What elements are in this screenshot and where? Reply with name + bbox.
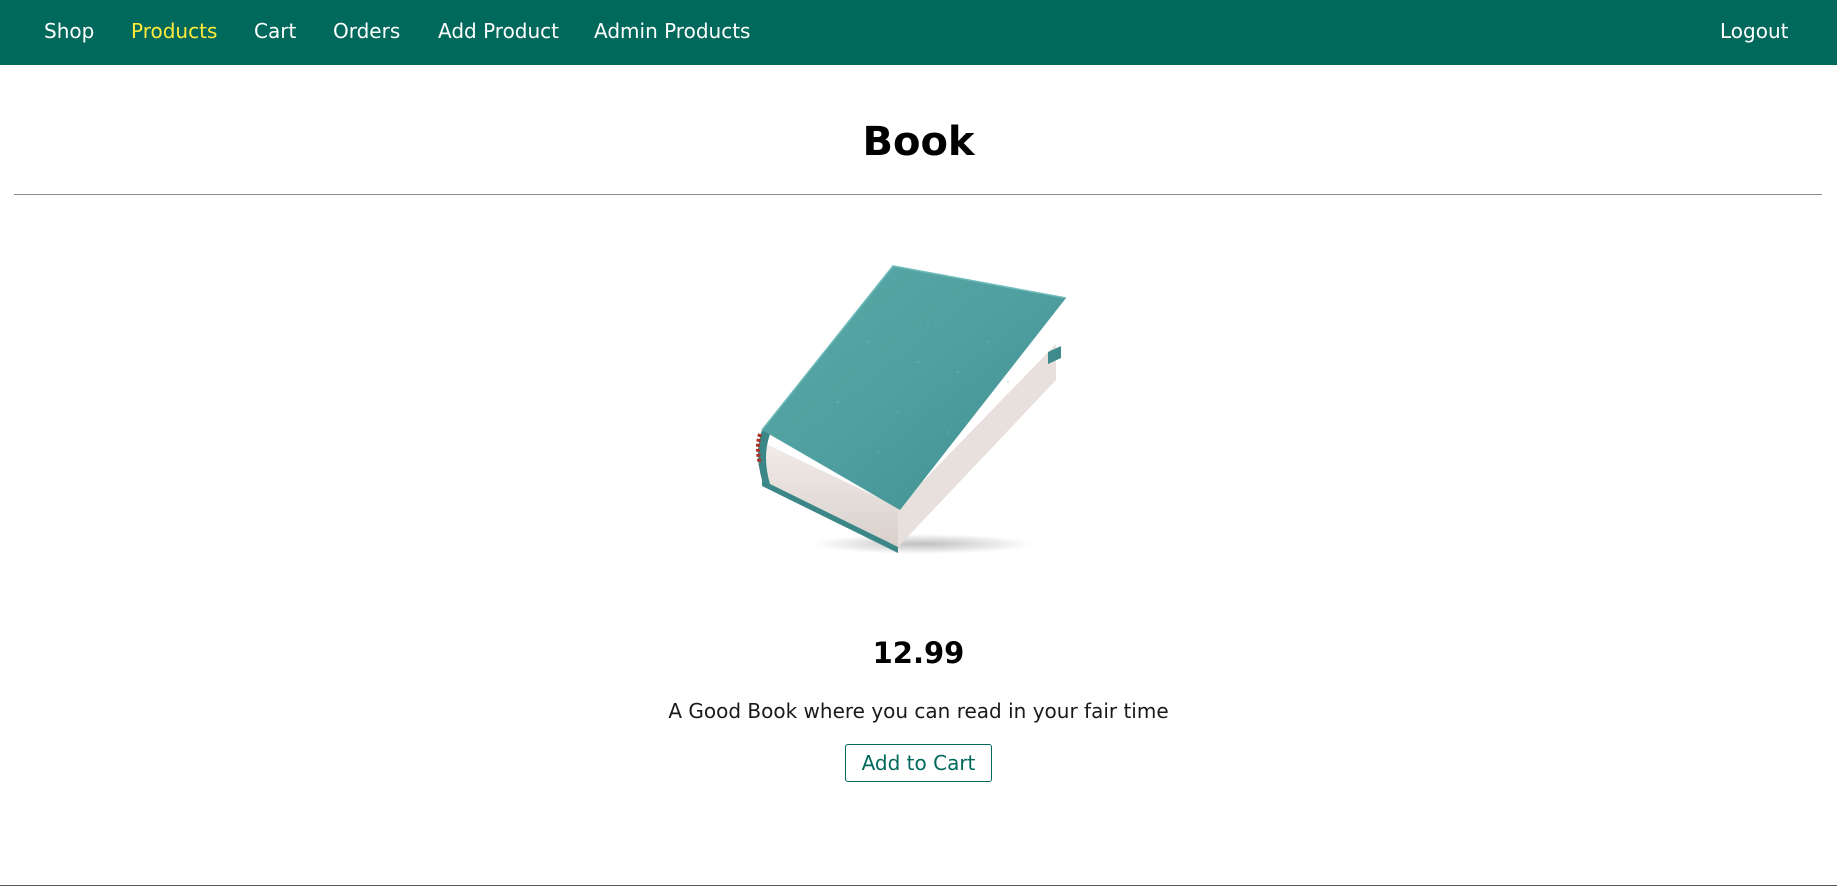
nav-link-admin-products[interactable]: Admin Products: [594, 0, 750, 65]
book-image: [748, 252, 1088, 562]
bottom-divider: [0, 885, 1837, 886]
title-divider: [14, 194, 1822, 195]
add-to-cart-button[interactable]: Add to Cart: [845, 744, 992, 782]
nav-link-products[interactable]: Products: [131, 0, 217, 65]
main-header: Shop Products Cart Orders Add Product Ad…: [0, 0, 1837, 65]
product-price: 12.99: [872, 636, 965, 670]
logout-button[interactable]: Logout: [1720, 0, 1788, 65]
nav-link-shop[interactable]: Shop: [44, 0, 94, 65]
nav-link-orders[interactable]: Orders: [333, 0, 400, 65]
product-title: Book: [862, 119, 975, 165]
nav-link-add-product[interactable]: Add Product: [438, 0, 559, 65]
product-description: A Good Book where you can read in your f…: [668, 699, 1169, 723]
nav-link-cart[interactable]: Cart: [254, 0, 296, 65]
